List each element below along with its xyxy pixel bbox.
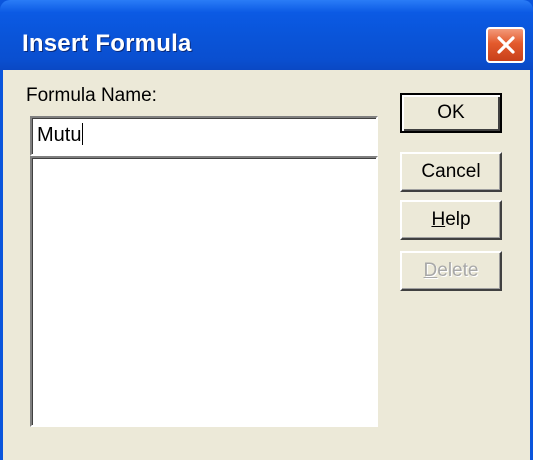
text-caret	[82, 123, 84, 146]
cancel-button[interactable]: Cancel	[400, 152, 502, 192]
help-button[interactable]: Help	[400, 200, 502, 240]
help-accelerator: H	[431, 209, 446, 230]
formula-name-input[interactable]: Mutu	[30, 116, 378, 156]
delete-label-rest: elete	[437, 260, 479, 281]
formula-name-value: Mutu	[37, 124, 82, 146]
help-label-rest: elp	[445, 209, 471, 230]
close-button[interactable]	[486, 27, 525, 63]
delete-button[interactable]: Delete	[400, 251, 502, 291]
delete-accelerator: D	[423, 260, 438, 281]
dialog-body: Formula Name: Mutu OK Cancel Help Delete	[3, 70, 530, 460]
formula-name-label: Formula Name:	[26, 85, 157, 106]
dialog-title: Insert Formula	[22, 30, 192, 57]
ok-button[interactable]: OK	[400, 93, 502, 133]
insert-formula-dialog: Insert Formula Formula Name: Mutu OK Can…	[0, 0, 533, 460]
formula-list[interactable]	[30, 156, 378, 427]
title-bar[interactable]: Insert Formula	[0, 0, 533, 70]
close-icon	[495, 34, 517, 56]
